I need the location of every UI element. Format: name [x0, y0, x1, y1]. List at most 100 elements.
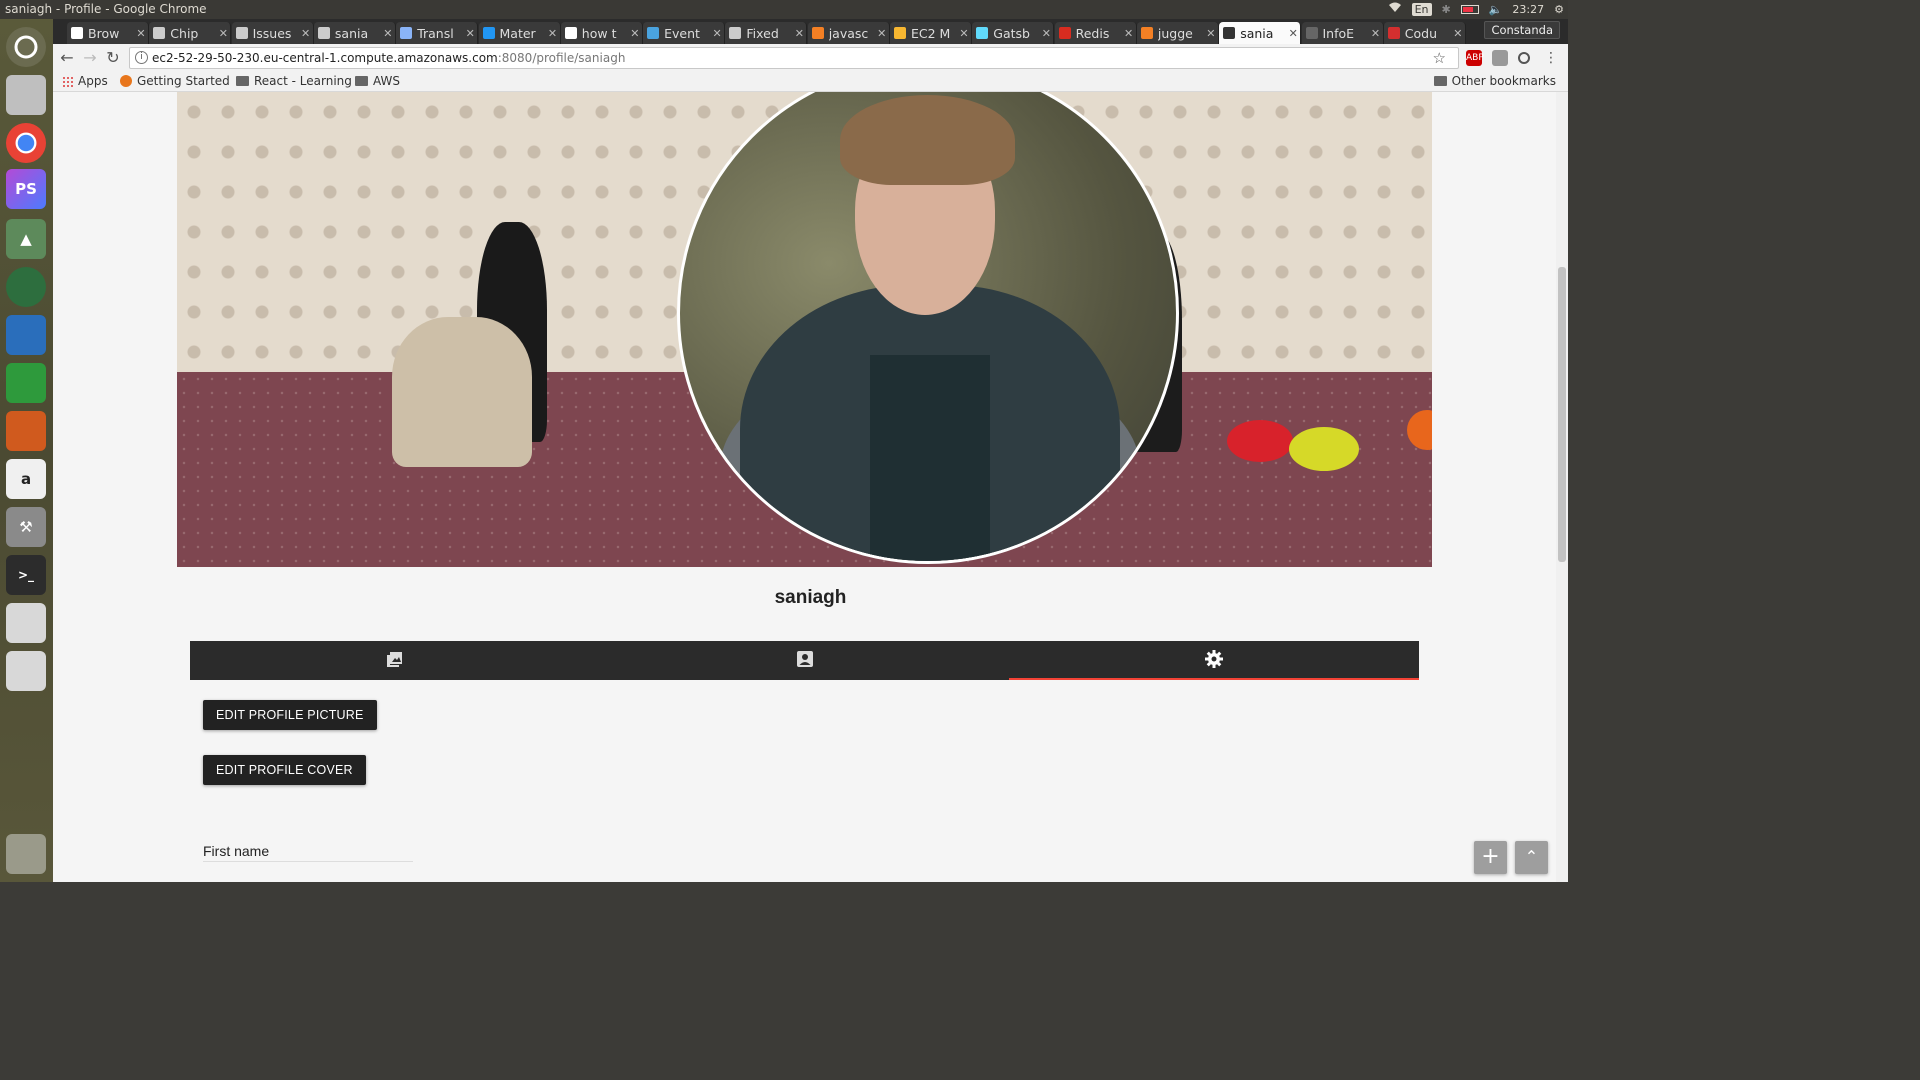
bluetooth-icon[interactable]: ✱ — [1442, 3, 1451, 16]
browser-tab[interactable]: InfoE ✕ — [1301, 22, 1384, 44]
unity-launcher: PS ▲ a ⚒ >_ — [0, 19, 53, 882]
close-tab-icon[interactable]: ✕ — [134, 27, 148, 40]
forward-button[interactable]: → — [80, 48, 100, 68]
wifi-icon[interactable] — [1388, 2, 1402, 16]
drive-icon-2[interactable] — [6, 651, 46, 691]
other-bookmarks[interactable]: Other bookmarks — [1433, 74, 1556, 88]
close-tab-icon[interactable]: ✕ — [381, 27, 395, 40]
close-tab-icon[interactable]: ✕ — [299, 27, 313, 40]
mongodb-compass-icon[interactable] — [6, 267, 46, 307]
page-icon — [1305, 27, 1318, 39]
browser-tab[interactable]: Codu ✕ — [1383, 22, 1466, 44]
edit-profile-picture-button[interactable]: EDIT PROFILE PICTURE — [203, 700, 377, 730]
aws-box-icon — [894, 27, 906, 39]
browser-tab[interactable]: EC2 M ✕ — [890, 22, 972, 44]
system-gear-icon[interactable]: ⚙ — [1554, 3, 1564, 16]
volume-icon[interactable]: 🔈 — [1489, 3, 1503, 16]
bookmark-aws[interactable]: AWS — [355, 74, 400, 88]
chrome-menu-icon[interactable]: ⋮ — [1543, 50, 1559, 66]
close-tab-icon[interactable]: ✕ — [216, 27, 230, 40]
close-tab-icon[interactable]: ✕ — [1122, 27, 1136, 40]
browser-toolbar: ← → ↻ i ec2-52-29-50-230.eu-central-1.co… — [53, 44, 1568, 72]
folder-icon — [236, 76, 249, 86]
bookmark-apps[interactable]: Apps — [62, 74, 108, 88]
browser-tab-strip: Brow ✕ Chip ✕ Issues ✕ sania ✕ Transl ✕ Mater ✕ how … — [53, 19, 1568, 44]
bookmark-getting-started[interactable]: Getting Started — [120, 74, 230, 88]
bookmark-star-icon[interactable]: ☆ — [1433, 48, 1446, 68]
close-tab-icon[interactable]: ✕ — [546, 27, 560, 40]
cover-balloon — [1289, 427, 1359, 471]
page-scrollbar[interactable] — [1556, 92, 1568, 882]
address-bar[interactable]: i ec2-52-29-50-230.eu-central-1.compute.… — [129, 47, 1459, 69]
profile-username: saniagh — [774, 587, 847, 608]
close-tab-icon[interactable]: ✕ — [710, 27, 724, 40]
browser-tab[interactable]: jugge ✕ — [1136, 22, 1219, 44]
cloud-icon — [647, 27, 660, 39]
photo-library-icon — [386, 650, 404, 672]
apps-grid-icon — [62, 75, 73, 87]
chrome-icon[interactable] — [6, 123, 46, 163]
react-icon — [976, 27, 989, 39]
close-tab-icon[interactable]: ✕ — [463, 27, 477, 40]
browser-tab[interactable]: Mater ✕ — [478, 22, 561, 44]
close-tab-icon[interactable]: ✕ — [792, 27, 806, 40]
trash-icon[interactable] — [6, 834, 46, 874]
system-tray[interactable]: En ✱ 🔈 23:27 ⚙ — [1388, 2, 1564, 16]
close-tab-icon[interactable]: ✕ — [875, 27, 889, 40]
browser-tab[interactable]: how t ✕ — [560, 22, 643, 44]
tab-settings[interactable] — [1009, 641, 1419, 680]
close-tab-icon[interactable]: ✕ — [628, 27, 642, 40]
close-tab-icon[interactable]: ✕ — [1451, 27, 1465, 40]
extension-circle-icon[interactable] — [1518, 52, 1530, 64]
back-button[interactable]: ← — [57, 48, 77, 68]
terminal-icon[interactable]: >_ — [6, 555, 46, 595]
reload-button[interactable]: ↻ — [103, 48, 123, 68]
browser-tab[interactable]: Event ✕ — [643, 22, 726, 44]
libreoffice-writer-icon[interactable] — [6, 315, 46, 355]
scrollbar-thumb[interactable] — [1558, 267, 1566, 562]
clock[interactable]: 23:27 — [1512, 3, 1544, 16]
phpstorm-icon[interactable]: PS — [6, 169, 46, 209]
ubuntu-dash-icon[interactable] — [6, 27, 46, 67]
input-language-indicator[interactable]: En — [1411, 2, 1432, 16]
tab-gallery[interactable] — [190, 641, 600, 680]
browser-tab[interactable]: Chip ✕ — [149, 22, 232, 44]
close-tab-icon[interactable]: ✕ — [1204, 27, 1218, 40]
stackoverflow-icon — [811, 27, 824, 39]
browser-tab[interactable]: Gatsb ✕ — [972, 22, 1055, 44]
close-tab-icon[interactable]: ✕ — [1286, 27, 1300, 40]
browser-tab[interactable]: Redis ✕ — [1054, 22, 1137, 44]
github-icon — [235, 27, 248, 39]
browser-tab[interactable]: Issues ✕ — [231, 22, 314, 44]
scroll-to-top-button[interactable]: ⌃ — [1515, 841, 1548, 874]
bookmark-react-learning[interactable]: React - Learning — [236, 74, 352, 88]
extension-icon[interactable] — [1492, 50, 1508, 66]
browser-tab[interactable]: sania ✕ — [1219, 22, 1302, 44]
edit-profile-cover-button[interactable]: EDIT PROFILE COVER — [203, 755, 366, 785]
system-settings-icon[interactable]: ⚒ — [6, 507, 46, 547]
close-tab-icon[interactable]: ✕ — [1039, 27, 1053, 40]
files-icon[interactable] — [6, 75, 46, 115]
browser-tab[interactable]: Fixed ✕ — [725, 22, 808, 44]
tab-info[interactable] — [600, 641, 1010, 680]
battery-icon[interactable] — [1460, 4, 1479, 14]
add-button[interactable]: + — [1474, 841, 1507, 874]
first-name-input-underline[interactable] — [203, 861, 413, 862]
android-studio-icon[interactable]: ▲ — [6, 219, 46, 259]
browser-tab[interactable]: Transl ✕ — [396, 22, 479, 44]
drive-icon[interactable] — [6, 603, 46, 643]
browser-tab[interactable]: javasc ✕ — [807, 22, 890, 44]
chrome-profile-button[interactable]: Constanda — [1484, 21, 1560, 39]
close-tab-icon[interactable]: ✕ — [957, 27, 971, 40]
adblock-plus-icon[interactable]: ABP — [1466, 50, 1484, 66]
browser-tab-label: Transl — [417, 25, 454, 41]
browser-tab[interactable]: Brow ✕ — [67, 22, 149, 44]
amazon-icon[interactable]: a — [6, 459, 46, 499]
browser-tab[interactable]: sania ✕ — [313, 22, 396, 44]
redis-icon — [1058, 27, 1071, 39]
libreoffice-impress-icon[interactable] — [6, 411, 46, 451]
close-tab-icon[interactable]: ✕ — [1369, 27, 1383, 40]
site-info-icon[interactable]: i — [135, 51, 148, 64]
browser-tab-label: Fixed — [746, 25, 779, 41]
libreoffice-calc-icon[interactable] — [6, 363, 46, 403]
